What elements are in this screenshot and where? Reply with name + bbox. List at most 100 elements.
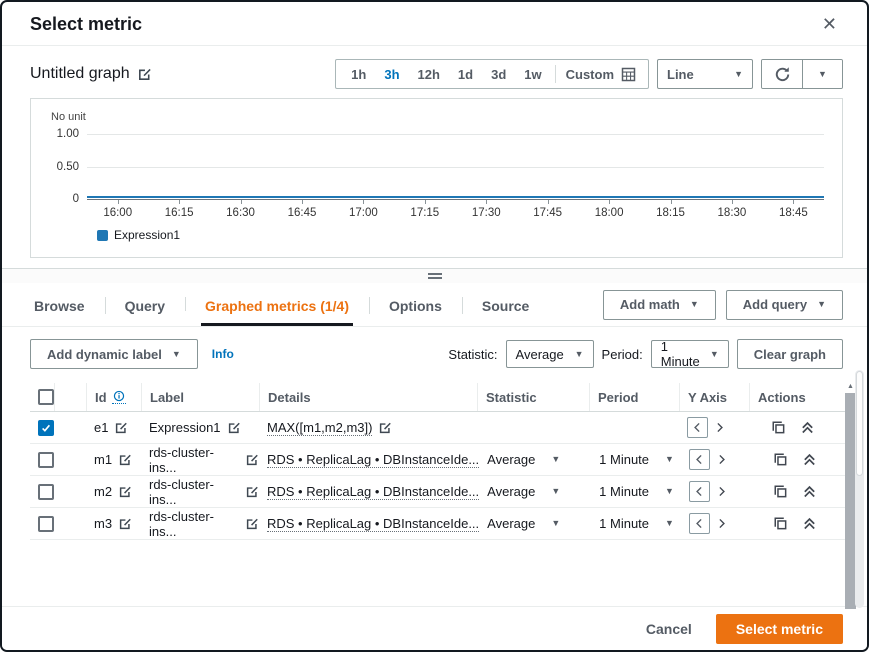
edit-graph-name-icon[interactable] [137,67,152,82]
tabs: Browse Query Graphed metrics (1/4) Optio… [30,289,533,326]
refresh-icon [774,66,791,83]
custom-range-button[interactable]: Custom [560,63,642,86]
graph-name: Untitled graph [30,65,152,83]
tab-graphed-metrics[interactable]: Graphed metrics (1/4) [201,289,353,326]
row-period-select[interactable]: 1 Minute ▼ [599,452,674,467]
chart-legend[interactable]: Expression1 [97,228,834,242]
select-metric-button[interactable]: Select metric [716,614,843,644]
metric-details[interactable]: RDS • ReplicaLag • DBInstanceIde... [267,484,479,500]
duplicate-icon[interactable] [773,484,788,499]
yaxis-column-header: Y Axis [679,383,749,411]
collapse-icon[interactable] [802,452,817,467]
close-icon[interactable]: ✕ [816,13,843,35]
x-tick-label: 16:00 [87,200,148,219]
yaxis-right-button[interactable] [713,453,729,466]
tabs-row: Browse Query Graphed metrics (1/4) Optio… [2,283,867,327]
metric-id: e1 [94,420,108,435]
row-statistic-select[interactable]: Average ▼ [487,516,560,531]
row-checkbox[interactable] [38,420,54,436]
edit-details-icon[interactable] [378,421,392,435]
tab-query[interactable]: Query [121,289,169,326]
edit-label-icon[interactable] [227,421,241,435]
metric-label: rds-cluster-ins... [149,477,239,507]
yaxis-left-button[interactable] [687,417,708,438]
chart-type-select[interactable]: Line ▼ [657,59,753,89]
yaxis-right-button[interactable] [713,517,729,530]
time-range-1w[interactable]: 1w [515,63,550,86]
metric-details[interactable]: RDS • ReplicaLag • DBInstanceIde... [267,452,479,468]
edit-id-icon[interactable] [118,485,132,499]
edit-id-icon[interactable] [118,453,132,467]
period-select[interactable]: 1 Minute ▼ [651,340,729,368]
y-tick-label: 0.50 [39,161,79,173]
edit-label-icon[interactable] [245,485,259,499]
metric-details[interactable]: RDS • ReplicaLag • DBInstanceIde... [267,516,479,532]
chart-unit-label: No unit [51,111,834,123]
time-range-1d[interactable]: 1d [449,63,482,86]
resize-strip [2,268,867,283]
info-link[interactable]: Info [212,347,234,361]
cancel-button[interactable]: Cancel [646,621,692,637]
time-range-12h[interactable]: 12h [409,63,449,86]
graph-name-label: Untitled graph [30,65,130,83]
panel-scrollbar-thumb[interactable] [856,371,863,476]
chevron-down-icon: ▼ [665,519,674,528]
row-checkbox[interactable] [38,484,54,500]
metric-details[interactable]: MAX([m1,m2,m3]) [267,420,372,436]
metric-id: m2 [94,484,112,499]
metric-id: m3 [94,516,112,531]
duplicate-icon[interactable] [771,420,786,435]
yaxis-left-button[interactable] [689,513,710,534]
row-checkbox[interactable] [38,452,54,468]
duplicate-icon[interactable] [773,452,788,467]
y-tick-label: 1.00 [39,128,79,140]
table-row-m2: m2 rds-cluster-ins... RDS • ReplicaLag •… [30,476,845,508]
row-period-select[interactable]: 1 Minute ▼ [599,484,674,499]
statistic-column-header: Statistic [477,383,589,411]
add-query-button[interactable]: Add query ▼ [726,290,843,320]
refresh-options-button[interactable]: ▼ [802,60,842,88]
x-tick-label: 16:30 [210,200,271,219]
yaxis-left-button[interactable] [689,481,710,502]
info-icon[interactable] [112,390,126,404]
chevron-down-icon: ▼ [172,350,181,359]
clear-graph-button[interactable]: Clear graph [737,339,843,369]
collapse-icon[interactable] [802,484,817,499]
edit-label-icon[interactable] [245,453,259,467]
edit-label-icon[interactable] [245,517,259,531]
tab-browse[interactable]: Browse [30,289,89,326]
graphed-metrics-table: Id Label Details Statistic Period Y Axis… [30,383,845,606]
time-range-1h[interactable]: 1h [342,63,375,86]
expression1-series-line [87,196,824,198]
statistic-select[interactable]: Average ▼ [506,340,594,368]
time-range-3d[interactable]: 3d [482,63,515,86]
select-all-checkbox[interactable] [38,389,54,405]
tab-source[interactable]: Source [478,289,533,326]
panel-scrollbar[interactable] [855,370,864,608]
chevron-down-icon: ▼ [710,350,719,359]
dialog-header: Select metric ✕ [2,2,867,46]
edit-id-icon[interactable] [118,517,132,531]
tab-actions: Add math ▼ Add query ▼ [603,290,843,320]
add-dynamic-label-button[interactable]: Add dynamic label ▼ [30,339,198,369]
refresh-button[interactable] [762,60,802,88]
add-math-button[interactable]: Add math ▼ [603,290,716,320]
collapse-icon[interactable] [800,420,815,435]
edit-id-icon[interactable] [114,421,128,435]
row-statistic-select[interactable]: Average ▼ [487,452,560,467]
row-period-select[interactable]: 1 Minute ▼ [599,516,674,531]
row-statistic-select[interactable]: Average ▼ [487,484,560,499]
x-tick-label: 17:30 [456,200,517,219]
collapse-icon[interactable] [802,516,817,531]
y-tick-label: 0 [39,193,79,205]
row-checkbox[interactable] [38,516,54,532]
period-column-header: Period [589,383,679,411]
resize-handle-icon[interactable] [428,273,442,279]
yaxis-left-button[interactable] [689,449,710,470]
yaxis-right-button[interactable] [713,485,729,498]
label-column-header: Label [141,383,259,411]
yaxis-right-button[interactable] [711,421,727,434]
time-range-3h[interactable]: 3h [375,63,408,86]
duplicate-icon[interactable] [773,516,788,531]
tab-options[interactable]: Options [385,289,446,326]
